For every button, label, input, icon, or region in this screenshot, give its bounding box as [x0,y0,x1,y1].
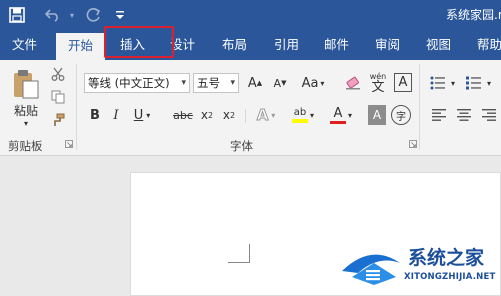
bullets-dropdown-icon[interactable]: ▾ [448,73,458,93]
paste-button[interactable]: 粘贴 [8,102,44,118]
tab-mailings[interactable]: 邮件 [324,30,349,60]
cut-icon[interactable] [49,65,67,83]
enclose-characters-icon: 字 [396,111,406,123]
grow-font-button[interactable]: A ▲ [245,73,265,93]
tab-home[interactable]: 开始 [56,33,106,60]
paste-icon[interactable] [8,66,44,102]
bold-button[interactable]: B [87,105,103,125]
align-center-icon[interactable] [455,105,473,125]
clipboard-launcher-icon[interactable]: ↘ [65,140,73,149]
group-divider [76,64,77,150]
undo-icon[interactable] [42,4,64,26]
undo-dropdown-icon[interactable]: ▾ [66,4,78,26]
tab-view[interactable]: 视图 [426,30,451,60]
text-effects-icon: A [256,106,269,125]
italic-button[interactable]: I [109,105,123,125]
font-family-value: 等线 (中文正文) [88,76,170,90]
chevron-down-icon: ▾ [309,110,314,120]
insert-tab-highlight [104,26,174,58]
row-divider [245,109,246,123]
superscript-button[interactable]: x2 [220,105,238,125]
highlight-color-bar [291,119,308,123]
shrink-font-button[interactable]: A ▼ [270,73,290,93]
margin-marker-vertical [249,244,250,263]
chevron-down-icon: ▾ [146,110,151,120]
character-shading-button[interactable]: A [368,105,386,125]
font-size-select[interactable]: 五号 ▾ [193,73,239,93]
format-painter-icon[interactable] [49,111,67,129]
tab-layout[interactable]: 布局 [222,30,247,60]
tab-help[interactable]: 帮助 [477,30,501,60]
redo-icon[interactable] [82,4,104,26]
tab-review[interactable]: 审阅 [375,30,400,60]
change-case-icon: Aa [301,75,319,91]
font-group-label: 字体 [230,139,253,153]
chevron-down-icon: ▾ [347,110,352,120]
numbering-dropdown-icon[interactable]: ▾ [484,73,494,93]
font-size-value: 五号 [197,76,220,90]
align-right-icon[interactable] [480,105,498,125]
strikethrough-button[interactable]: abc [171,105,195,125]
enclose-characters-button[interactable]: 字 [391,105,411,125]
clear-formatting-icon[interactable] [343,73,363,93]
phonetic-guide-icon: 文 [371,79,385,95]
font-color-button[interactable]: A ▾ [327,103,355,127]
superscript-digit: 2 [230,110,236,120]
title-bar: ▾ 系统家园.r [0,0,501,30]
tab-references[interactable]: 引用 [274,30,299,60]
customize-icon[interactable] [112,4,128,26]
window-title: 系统家园.r [446,8,501,22]
watermark-subtitle: XITONGZHIJIA.NET [404,272,496,282]
font-color-bar [329,120,346,124]
bullets-icon[interactable] [428,73,448,93]
numbering-icon[interactable] [464,73,484,93]
paste-dropdown-icon[interactable]: ▾ [20,118,32,128]
underline-button[interactable]: U ▾ [128,105,156,125]
superscript-icon: x [222,108,230,122]
font-launcher-icon[interactable]: ↘ [409,140,417,149]
chevron-down-icon: ▾ [230,78,235,88]
underline-icon: U [133,107,144,123]
chevron-down-icon: ▾ [271,110,276,120]
change-case-button[interactable]: Aa ▾ [298,73,328,93]
highlight-button[interactable]: ab ▾ [289,103,317,127]
text-effects-button[interactable]: A ▾ [252,105,280,125]
ribbon-tabs: 文件 开始 插入 设计 布局 引用 邮件 审阅 视图 帮助 [0,30,501,60]
character-border-icon: A [398,75,408,90]
clipboard-group-label: 剪贴板 [8,139,43,153]
save-icon[interactable] [6,4,28,26]
ribbon: 粘贴 ▾ 剪贴板 ↘ 等线 (中文正文) ▾ 五号 ▾ A ▲ A ▼ Aa ▾ wé… [0,60,501,156]
grow-font-icon: A [247,75,257,91]
character-border-button[interactable]: A [394,73,412,92]
chevron-down-icon: ▾ [181,78,186,88]
shrink-font-icon: A [273,76,282,90]
watermark-title: 系统之家 [408,247,485,269]
font-family-select[interactable]: 等线 (中文正文) ▾ [84,73,190,93]
highlight-icon: ab [293,107,307,118]
subscript-button[interactable]: x2 [198,105,216,125]
tab-file[interactable]: 文件 [12,30,37,60]
group-divider [419,64,420,150]
character-shading-icon: A [372,108,382,122]
subscript-icon: x [200,108,208,122]
align-left-icon[interactable] [430,105,448,125]
subscript-digit: 2 [208,110,214,120]
font-color-icon: A [333,105,343,121]
margin-marker-horizontal [228,262,250,263]
copy-icon[interactable] [49,88,67,106]
phonetic-guide-button[interactable]: wén 文 [367,70,389,96]
watermark-logo-icon [338,243,404,287]
